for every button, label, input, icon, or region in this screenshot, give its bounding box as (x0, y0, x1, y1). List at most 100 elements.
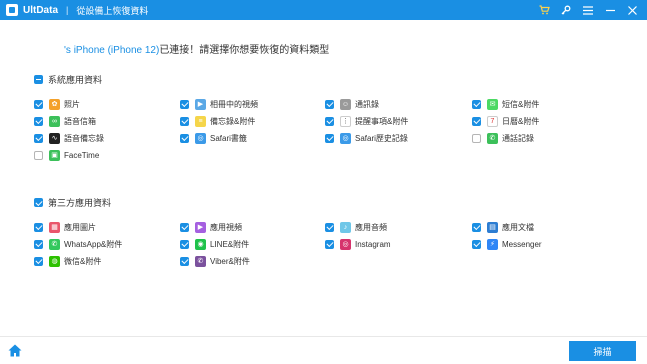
wechat-icon: ◍ (49, 255, 60, 267)
data-type-item[interactable]: ≡ 備忘錄&附件 (180, 114, 255, 128)
item-checkbox[interactable] (180, 222, 189, 232)
item-checkbox[interactable] (34, 99, 43, 109)
app-audio-icon: ♪ (340, 221, 351, 233)
photos-icon: ✿ (49, 98, 60, 110)
album-video-icon: ▶ (195, 98, 206, 110)
item-label: 語音備忘錄 (64, 133, 104, 143)
item-label: 通話記錄 (502, 133, 534, 143)
data-type-item[interactable]: ▤ 應用文檔 (472, 220, 534, 234)
data-type-item[interactable]: ◎ Safari歷史記錄 (325, 131, 408, 145)
voice-memo-icon: ∿ (49, 132, 60, 144)
app-docs-icon: ▤ (487, 221, 498, 233)
item-label: 通訊錄 (355, 99, 379, 109)
close-icon[interactable] (623, 0, 641, 20)
data-type-item[interactable]: ⋮ 提醒事項&附件 (325, 114, 408, 128)
item-checkbox[interactable] (325, 99, 334, 109)
item-checkbox[interactable] (325, 133, 334, 143)
item-checkbox[interactable] (472, 99, 481, 109)
data-type-item[interactable]: ✆ 通話記錄 (472, 131, 534, 145)
section-header-system[interactable]: 系統應用資料 (34, 73, 102, 86)
data-type-item[interactable]: ◎ Instagram (325, 237, 391, 251)
item-label: 照片 (64, 99, 80, 109)
data-type-item[interactable]: ▦ 應用圖片 (34, 220, 96, 234)
item-label: 提醒事項&附件 (355, 116, 409, 126)
home-icon[interactable] (8, 344, 22, 357)
key-icon[interactable] (557, 0, 575, 20)
item-checkbox[interactable] (472, 239, 481, 249)
title-bar: UltData | 從設備上恢復資料 (0, 0, 647, 20)
instagram-icon: ◎ (340, 238, 351, 250)
item-label: WhatsApp&附件 (64, 239, 123, 249)
page-heading: 's iPhone (iPhone 12)已連接！請選擇你想要恢復的資料類型 (64, 41, 329, 56)
item-checkbox[interactable] (34, 256, 43, 266)
menu-icon[interactable] (579, 0, 597, 20)
section-checkbox-system[interactable] (34, 75, 43, 84)
item-checkbox[interactable] (34, 222, 43, 232)
data-type-item[interactable]: ◍ 微信&附件 (34, 254, 101, 268)
device-name: 's iPhone (iPhone 12) (64, 45, 160, 56)
section-header-third-party[interactable]: 第三方應用資料 (34, 196, 111, 209)
item-checkbox[interactable] (180, 99, 189, 109)
item-label: LINE&附件 (210, 239, 250, 249)
line-icon: ◉ (195, 238, 206, 250)
heading-text: 已連接！請選擇你想要恢復的資料類型 (159, 45, 330, 56)
data-type-item[interactable]: ▶ 相冊中的視頻 (180, 97, 258, 111)
minimize-icon[interactable] (601, 0, 619, 20)
voicemail-icon: ∞ (49, 115, 60, 127)
data-type-item[interactable]: ∿ 語音備忘錄 (34, 131, 104, 145)
item-checkbox[interactable] (325, 222, 334, 232)
item-checkbox[interactable] (34, 150, 43, 160)
scan-button[interactable]: 掃描 (569, 341, 636, 361)
item-checkbox[interactable] (34, 239, 43, 249)
item-checkbox[interactable] (472, 133, 481, 143)
section-checkbox-third-party[interactable] (34, 198, 43, 207)
cart-icon[interactable] (535, 0, 553, 20)
data-type-item[interactable]: ✿ 照片 (34, 97, 80, 111)
item-label: 語音信箱 (64, 116, 96, 126)
call-log-icon: ✆ (487, 132, 498, 144)
data-type-item[interactable]: ▣ FaceTime (34, 148, 99, 162)
item-label: Viber&附件 (210, 256, 250, 266)
item-label: Instagram (355, 239, 391, 249)
item-checkbox[interactable] (180, 256, 189, 266)
data-type-item[interactable]: ▶ 應用視頻 (180, 220, 242, 234)
item-label: 日曆&附件 (502, 116, 540, 126)
contacts-icon: ☺ (340, 98, 351, 110)
item-checkbox[interactable] (34, 116, 43, 126)
app-video-icon: ▶ (195, 221, 206, 233)
data-type-item[interactable]: ∞ 語音信箱 (34, 114, 96, 128)
messages-icon: ✉ (487, 98, 498, 110)
data-type-item[interactable]: ◎ Safari書籤 (180, 131, 247, 145)
item-label: 應用視頻 (210, 222, 242, 232)
data-type-item[interactable]: ◉ LINE&附件 (180, 237, 249, 251)
item-checkbox[interactable] (34, 133, 43, 143)
title-separator: | (66, 5, 69, 15)
item-label: 短信&附件 (502, 99, 540, 109)
reminders-icon: ⋮ (340, 115, 351, 127)
data-type-item[interactable]: ✆ WhatsApp&附件 (34, 237, 122, 251)
item-checkbox[interactable] (325, 116, 334, 126)
item-checkbox[interactable] (180, 133, 189, 143)
notes-icon: ≡ (195, 115, 206, 127)
item-label: 相冊中的視頻 (210, 99, 258, 109)
item-checkbox[interactable] (472, 222, 481, 232)
data-type-item[interactable]: 7 日曆&附件 (472, 114, 539, 128)
item-label: 應用圖片 (64, 222, 96, 232)
item-label: Safari歷史記錄 (355, 133, 408, 143)
item-checkbox[interactable] (472, 116, 481, 126)
data-type-item[interactable]: ⚡ Messenger (472, 237, 542, 251)
item-label: Safari書籤 (210, 133, 247, 143)
data-type-item[interactable]: ♪ 應用音頻 (325, 220, 387, 234)
data-type-item[interactable]: ✉ 短信&附件 (472, 97, 539, 111)
ultdata-logo-icon (6, 4, 18, 16)
item-label: 應用文檔 (502, 222, 534, 232)
section-title-third-party: 第三方應用資料 (48, 198, 112, 208)
item-checkbox[interactable] (325, 239, 334, 249)
item-checkbox[interactable] (180, 239, 189, 249)
data-type-item[interactable]: ☺ 通訊錄 (325, 97, 379, 111)
data-type-item[interactable]: ✆ Viber&附件 (180, 254, 250, 268)
item-label: Messenger (502, 239, 542, 249)
messenger-icon: ⚡ (487, 238, 498, 250)
item-checkbox[interactable] (180, 116, 189, 126)
calendar-icon: 7 (487, 115, 498, 127)
